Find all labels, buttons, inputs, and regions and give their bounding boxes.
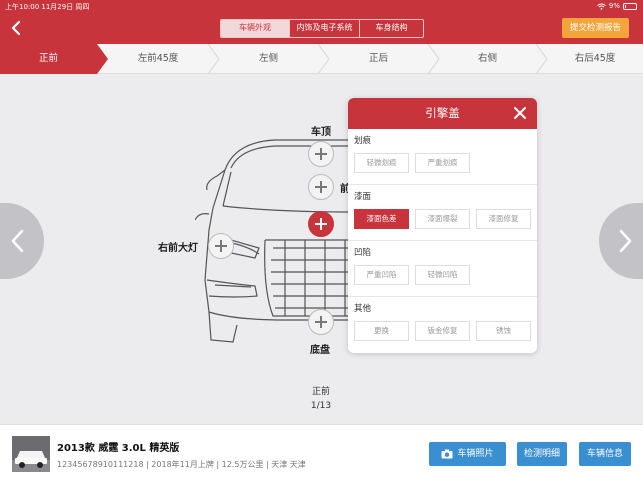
vehicle-bar: 2013款 威霆 3.0L 精英版 12345678910111218 | 20… [0, 424, 643, 482]
angle-tabs: 正前 左前45度 左侧 正后 右侧 右后45度 [0, 44, 643, 74]
vehicle-photos-label: 车辆照片 [457, 449, 494, 459]
defect-group-dent: 凹陷 严重凹陷 轻微凹陷 [348, 241, 537, 297]
back-icon[interactable] [8, 19, 26, 37]
status-right: 9% [597, 2, 637, 10]
option-chip[interactable]: 钣金修复 [415, 321, 470, 341]
vehicle-photos-button[interactable]: 车辆照片 [429, 442, 506, 466]
option-chip[interactable]: 严重划痕 [415, 153, 470, 173]
tab-rear[interactable]: 正后 [329, 44, 428, 74]
hotspot-hood-button[interactable] [308, 211, 334, 237]
tab-right-side[interactable]: 右侧 [439, 44, 536, 74]
label-right-headlight: 右前大灯 [158, 243, 198, 254]
label-roof: 车顶 [311, 127, 331, 138]
defect-popup: 引擎盖 划痕 轻微划痕 严重划痕 漆面 漆面色差 漆面爆裂 漆面修复 凹陷 严重… [348, 98, 537, 353]
chevron-left-icon [11, 229, 24, 253]
option-chip-selected[interactable]: 漆面色差 [354, 209, 409, 229]
option-chip[interactable]: 轻微凹陷 [415, 265, 470, 285]
option-chip[interactable]: 漆面修复 [476, 209, 531, 229]
popup-title: 引擎盖 [425, 106, 460, 120]
next-view-button[interactable] [599, 203, 643, 279]
option-chip[interactable]: 漆面爆裂 [415, 209, 470, 229]
option-chip[interactable]: 轻微划痕 [354, 153, 409, 173]
defect-group-scratch: 划痕 轻微划痕 严重划痕 [348, 129, 537, 185]
view-page-counter: 1/13 [310, 401, 332, 411]
segment-exterior[interactable]: 车辆外观 [221, 20, 289, 37]
camera-icon [441, 449, 453, 459]
tab-right-rear-45[interactable]: 右后45度 [547, 44, 643, 74]
group-title: 漆面 [354, 192, 372, 202]
tab-left-side[interactable]: 左侧 [219, 44, 318, 74]
hotspot-right-headlight-button[interactable] [208, 233, 234, 259]
option-chip[interactable]: 更换 [354, 321, 409, 341]
status-time: 上午10:00 11月29日 周四 [5, 3, 90, 11]
submit-report-button[interactable]: 提交检测报告 [562, 18, 629, 38]
tab-left-front-45[interactable]: 左前45度 [108, 44, 208, 74]
close-icon[interactable] [513, 106, 527, 120]
inspection-details-button[interactable]: 检测明细 [517, 442, 567, 466]
defect-group-other: 其他 更换 钣金修复 锈蚀 [348, 297, 537, 353]
group-title: 划痕 [354, 136, 372, 146]
status-bar: 上午10:00 11月29日 周四 9% [0, 0, 643, 13]
top-bar: 上午10:00 11月29日 周四 9% 车辆外观 内饰及电子系统 车身结构 提… [0, 0, 643, 44]
popup-header: 引擎盖 [348, 98, 537, 129]
segment-interior[interactable]: 内饰及电子系统 [289, 20, 359, 37]
label-chassis: 底盘 [310, 345, 330, 356]
hotspot-roof-button[interactable] [308, 141, 334, 167]
option-chip[interactable]: 严重凹陷 [354, 265, 409, 285]
view-caption: 正前 1/13 [290, 385, 352, 413]
wifi-icon [597, 3, 606, 10]
vehicle-title: 2013款 威霆 3.0L 精英版 [57, 443, 180, 454]
hotspot-front-windshield-button[interactable] [308, 174, 334, 200]
vehicle-info-button[interactable]: 车辆信息 [579, 442, 631, 466]
option-chip[interactable]: 锈蚀 [476, 321, 531, 341]
hotspot-chassis-button[interactable] [308, 309, 334, 335]
battery-percent: 9% [608, 2, 620, 10]
view-name: 正前 [311, 387, 330, 397]
segment-body-structure[interactable]: 车身结构 [359, 20, 423, 37]
car-photo-icon [12, 436, 50, 472]
section-segmented-control: 车辆外观 内饰及电子系统 车身结构 [220, 19, 424, 38]
battery-icon [623, 2, 637, 10]
group-title: 凹陷 [354, 248, 372, 258]
vehicle-thumbnail [12, 436, 50, 472]
defect-group-paint: 漆面 漆面色差 漆面爆裂 漆面修复 [348, 185, 537, 241]
tab-front[interactable]: 正前 [0, 44, 97, 74]
vehicle-info: 12345678910111218 | 2018年11月上牌 | 12.5万公里… [57, 460, 306, 469]
group-title: 其他 [354, 304, 372, 314]
chevron-right-icon [619, 229, 632, 253]
previous-view-button[interactable] [0, 203, 44, 279]
